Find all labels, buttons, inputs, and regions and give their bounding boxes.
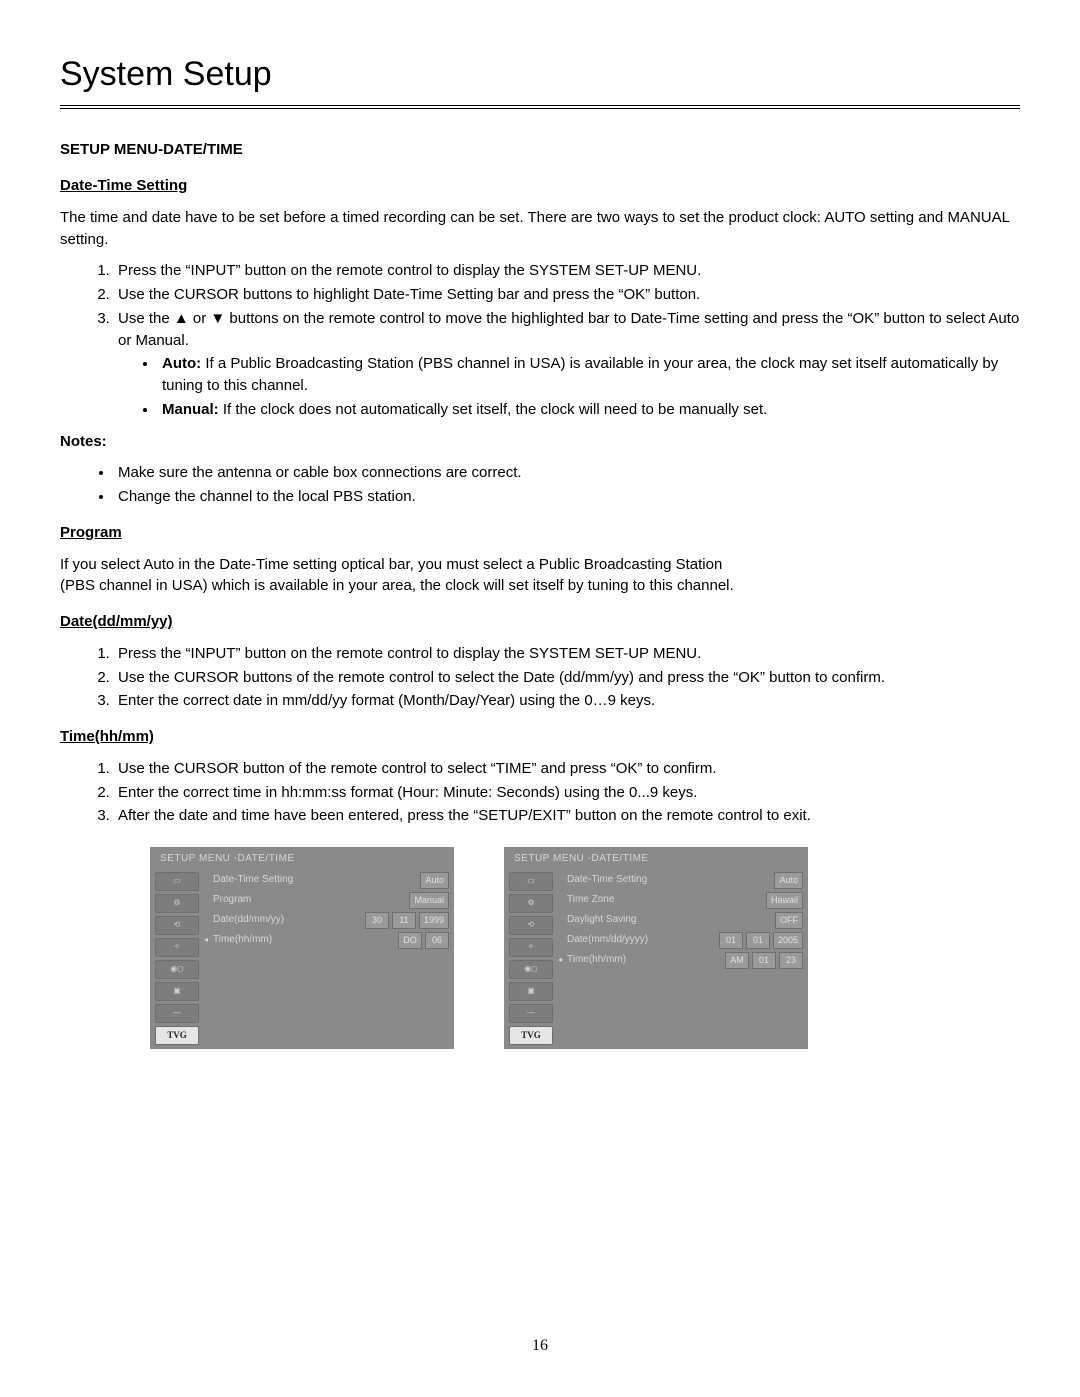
osd-row-value: 1999 xyxy=(419,912,449,929)
osd-side-icon: — xyxy=(509,1004,553,1023)
setup-menu-heading: SETUP MENU-DATE/TIME xyxy=(60,139,1020,161)
datetime-step: Use the ▲ or ▼ buttons on the remote con… xyxy=(114,308,1020,421)
osd-row: Program Manual xyxy=(203,892,449,909)
osd-row-label: Date-Time Setting xyxy=(567,873,770,888)
osd-title: SETUP MENU -DATE/TIME xyxy=(152,849,452,870)
notes-list: Make sure the antenna or cable box conne… xyxy=(60,462,1020,508)
osd-side-icon: ◉◻ xyxy=(155,960,199,979)
osd-side-icon: ▣ xyxy=(155,982,199,1001)
osd-screenshots: SETUP MENU -DATE/TIME ▭ ⚙ ⟲ ✧ ◉◻ ▣ — TVG… xyxy=(150,847,1020,1049)
osd-sidebar: ▭ ⚙ ⟲ ✧ ◉◻ ▣ — TVG xyxy=(506,870,556,1047)
datetime-intro: The time and date have to be set before … xyxy=(60,207,1020,251)
osd-row-label: Daylight Saving xyxy=(567,913,771,928)
notes-item: Make sure the antenna or cable box conne… xyxy=(114,462,1020,484)
osd-row-label: Time(hh/mm) xyxy=(567,953,721,968)
program-heading: Program xyxy=(60,522,1020,544)
time-steps-list: Use the CURSOR button of the remote cont… xyxy=(60,758,1020,827)
osd-side-icon: ▣ xyxy=(509,982,553,1001)
osd-side-icon: ⟲ xyxy=(509,916,553,935)
time-step: After the date and time have been entere… xyxy=(114,805,1020,827)
manual-text: If the clock does not automatically set … xyxy=(219,401,768,418)
auto-text: If a Public Broadcasting Station (PBS ch… xyxy=(162,355,998,394)
osd-row: ◂ Time(hh/mm) DO 06 xyxy=(203,932,449,949)
date-steps-list: Press the “INPUT” button on the remote c… xyxy=(60,643,1020,712)
osd-right: SETUP MENU -DATE/TIME ▭ ⚙ ⟲ ✧ ◉◻ ▣ — TVG… xyxy=(504,847,808,1049)
osd-row-value: 2005 xyxy=(773,932,803,949)
date-heading: Date(dd/mm/yy) xyxy=(60,611,1020,633)
osd-row: Date-Time Setting Auto xyxy=(557,872,803,889)
osd-row-value: Hawaii xyxy=(766,892,803,909)
time-step: Use the CURSOR button of the remote cont… xyxy=(114,758,1020,780)
datetime-step-text: Use the ▲ or ▼ buttons on the remote con… xyxy=(118,310,1019,349)
datetime-setting-heading: Date-Time Setting xyxy=(60,175,1020,197)
datetime-substeps: Auto: If a Public Broadcasting Station (… xyxy=(118,353,1020,420)
datetime-sub-manual: Manual: If the clock does not automatica… xyxy=(158,399,1020,421)
manual-label: Manual: xyxy=(162,401,219,418)
osd-row-value: Manual xyxy=(409,892,449,909)
osd-tvg-icon: TVG xyxy=(155,1026,199,1045)
date-step: Use the CURSOR buttons of the remote con… xyxy=(114,667,1020,689)
osd-row-value: 01 xyxy=(719,932,743,949)
osd-menu-rows: Date-Time Setting Auto Program Manual Da… xyxy=(202,870,452,1047)
osd-row-value: AM xyxy=(725,952,749,969)
datetime-steps-list: Press the “INPUT” button on the remote c… xyxy=(60,260,1020,420)
title-rule xyxy=(60,105,1020,109)
auto-label: Auto: xyxy=(162,355,201,372)
osd-row: Date-Time Setting Auto xyxy=(203,872,449,889)
osd-side-icon: ▭ xyxy=(155,872,199,891)
osd-side-icon: ⚙ xyxy=(155,894,199,913)
osd-row-value: 01 xyxy=(746,932,770,949)
osd-menu-rows: Date-Time Setting Auto Time Zone Hawaii … xyxy=(556,870,806,1047)
osd-row-label: Time(hh/mm) xyxy=(213,933,394,948)
time-heading: Time(hh/mm) xyxy=(60,726,1020,748)
osd-side-icon: ⚙ xyxy=(509,894,553,913)
program-text-2: (PBS channel in USA) which is available … xyxy=(60,575,1020,597)
osd-row: ◂ Time(hh/mm) AM 01 23 xyxy=(557,952,803,969)
program-text-1: If you select Auto in the Date-Time sett… xyxy=(60,554,1020,576)
osd-row-value: 01 xyxy=(752,952,776,969)
datetime-step: Press the “INPUT” button on the remote c… xyxy=(114,260,1020,282)
notes-item: Change the channel to the local PBS stat… xyxy=(114,486,1020,508)
osd-row-value: 06 xyxy=(425,932,449,949)
osd-tvg-icon: TVG xyxy=(509,1026,553,1045)
notes-heading: Notes: xyxy=(60,431,1020,453)
osd-side-icon: ✧ xyxy=(155,938,199,957)
osd-side-icon: ✧ xyxy=(509,938,553,957)
datetime-sub-auto: Auto: If a Public Broadcasting Station (… xyxy=(158,353,1020,397)
page-number: 16 xyxy=(0,1334,1080,1357)
time-step: Enter the correct time in hh:mm:ss forma… xyxy=(114,782,1020,804)
osd-row-label: Time Zone xyxy=(567,893,762,908)
osd-row-label: Date(dd/mm/yy) xyxy=(213,913,361,928)
osd-row-label: Date(mm/dd/yyyy) xyxy=(567,933,715,948)
osd-row-label: Date-Time Setting xyxy=(213,873,416,888)
osd-side-icon: ⟲ xyxy=(155,916,199,935)
osd-sidebar: ▭ ⚙ ⟲ ✧ ◉◻ ▣ — TVG xyxy=(152,870,202,1047)
osd-row-arrow: ◂ xyxy=(557,954,563,966)
osd-row-value: 11 xyxy=(392,912,416,929)
osd-row: Time Zone Hawaii xyxy=(557,892,803,909)
osd-row-value: 30 xyxy=(365,912,389,929)
osd-row-value: 23 xyxy=(779,952,803,969)
osd-left: SETUP MENU -DATE/TIME ▭ ⚙ ⟲ ✧ ◉◻ ▣ — TVG… xyxy=(150,847,454,1049)
osd-row-value: DO xyxy=(398,932,422,949)
datetime-step: Use the CURSOR buttons to highlight Date… xyxy=(114,284,1020,306)
page-title: System Setup xyxy=(60,50,1020,99)
osd-row-value: Auto xyxy=(420,872,449,889)
date-step: Press the “INPUT” button on the remote c… xyxy=(114,643,1020,665)
osd-row-value: OFF xyxy=(775,912,803,929)
date-step: Enter the correct date in mm/dd/yy forma… xyxy=(114,690,1020,712)
osd-row: Date(dd/mm/yy) 30 11 1999 xyxy=(203,912,449,929)
osd-row-value: Auto xyxy=(774,872,803,889)
osd-row-label: Program xyxy=(213,893,405,908)
osd-side-icon: ◉◻ xyxy=(509,960,553,979)
osd-row: Date(mm/dd/yyyy) 01 01 2005 xyxy=(557,932,803,949)
osd-row-arrow: ◂ xyxy=(203,934,209,946)
osd-side-icon: — xyxy=(155,1004,199,1023)
osd-side-icon: ▭ xyxy=(509,872,553,891)
osd-row: Daylight Saving OFF xyxy=(557,912,803,929)
osd-title: SETUP MENU -DATE/TIME xyxy=(506,849,806,870)
